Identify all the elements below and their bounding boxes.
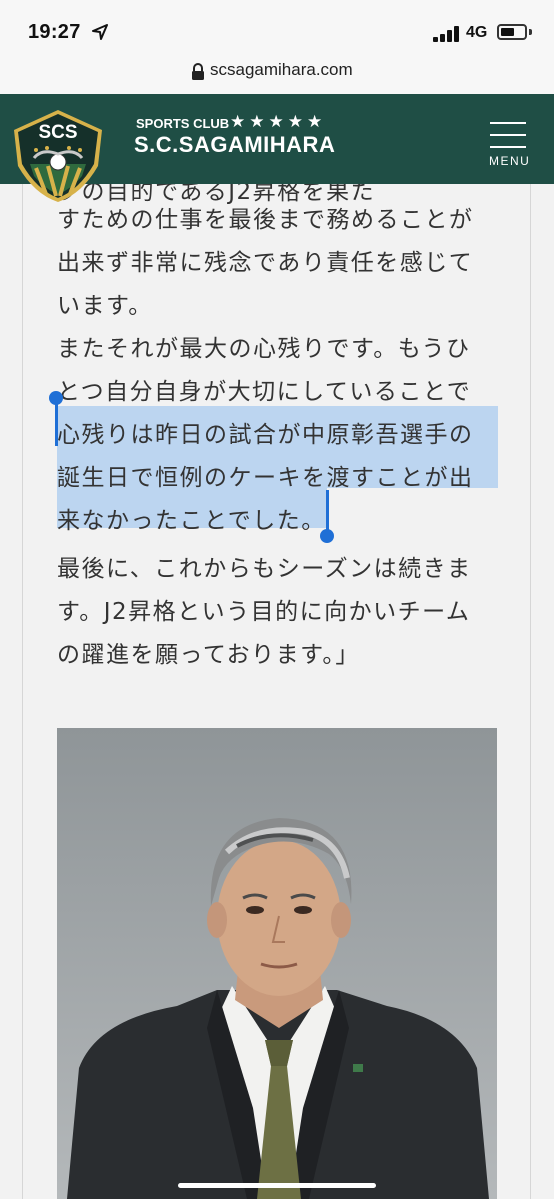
article-paragraph-1: すための仕事を最後まで務めることが 出来ず非常に残念であり責任を感じて います。また… [57,199,507,543]
card-border-left [22,184,23,1199]
selection-end-stem[interactable] [326,490,329,534]
article-line: すための仕事を最後まで務めることが [57,207,474,233]
article-line: す。J2昇格という目的に向かいチーム [57,599,471,625]
article-line: 心残りは昨日の試合が中原彰吾選手の [57,422,474,448]
portrait-photo [57,728,497,1199]
location-arrow-icon [92,24,108,40]
brand-name[interactable]: S.C.SAGAMIHARA [134,132,335,158]
brand-stars: ★★★★★ [230,112,327,132]
brand-subtitle: SPORTS CLUB [136,116,230,131]
article-line: います。 [57,293,153,319]
url-text[interactable]: scsagamihara.com [210,60,353,80]
status-bar: 19:27 4G [0,0,554,58]
article-line: 最後に、これからもシーズンは続きま [57,556,472,582]
selection-end-handle[interactable] [320,529,334,543]
home-indicator[interactable] [178,1183,376,1188]
article-line: またそれが最大の心残りです。もうひ [57,336,471,362]
signal-icon [433,26,461,42]
battery-tip [529,29,532,35]
article-paragraph-2: 最後に、これからもシーズンは続きま す。J2昇格という目的に向かいチーム の躍進を願… [57,548,507,677]
article-line: の躍進を願っております。」 [57,642,360,668]
article-line: とつ自分自身が大切にしていることで [57,379,472,405]
selection-start-stem[interactable] [55,400,58,446]
logo-text: SCS [38,122,77,143]
status-time: 19:27 [28,21,81,43]
lock-icon [192,63,204,80]
article-line: 誕生日で恒例のケーキを渡すことが出 [57,465,474,491]
article-line: 出来ず非常に残念であり責任を感じて [57,250,474,276]
club-logo-emblem[interactable]: SCS [12,108,104,204]
network-label: 4G [466,24,488,41]
address-bar[interactable]: scsagamihara.com [0,58,554,94]
card-border-right [530,184,531,1199]
article-line: 来なかったことでした。 [57,508,326,534]
menu-label[interactable]: MENU [489,154,530,168]
battery-icon [497,24,527,40]
